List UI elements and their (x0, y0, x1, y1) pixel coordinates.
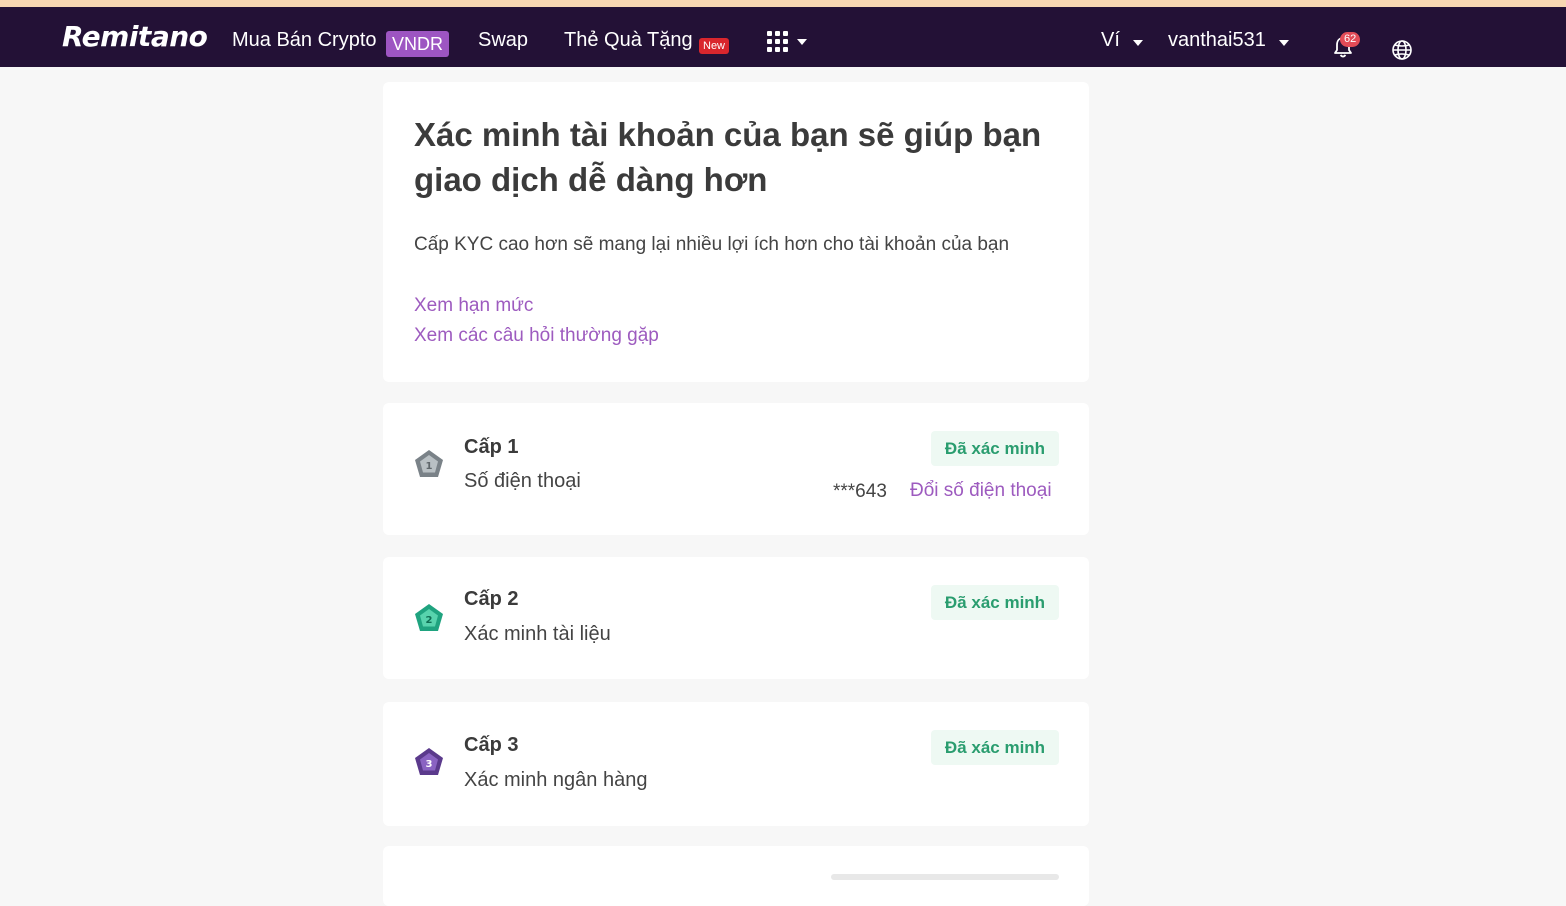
level-3-badge-icon: 3 (415, 748, 443, 775)
level-title: Cấp 2 (464, 588, 519, 610)
vndr-badge[interactable]: VNDR (386, 31, 450, 57)
level-title: Cấp 1 (464, 436, 519, 458)
grid-icon (767, 31, 807, 52)
view-limits-link[interactable]: Xem hạn mức (414, 295, 533, 317)
kyc-level-card-2: 2 Cấp 2 Xác minh tài liệu Đã xác minh (383, 557, 1089, 679)
notification-count-badge: 62 (1340, 32, 1361, 47)
kyc-level-card-4 (383, 846, 1089, 906)
chevron-down-icon[interactable] (1279, 40, 1289, 46)
nav-wallet[interactable]: Ví (1101, 29, 1120, 52)
level-title: Cấp 3 (464, 734, 519, 756)
masked-phone-number: ***643 (833, 481, 887, 502)
level-description: Xác minh tài liệu (464, 623, 611, 645)
svg-text:3: 3 (426, 759, 433, 770)
apps-menu-button[interactable] (766, 29, 810, 55)
navbar: Remitano Mua Bán Crypto VNDR Swap Thẻ Qu… (0, 7, 1566, 67)
logo[interactable]: Remitano (62, 20, 208, 53)
verified-status-badge: Đã xác minh (931, 431, 1059, 466)
chevron-down-icon[interactable] (1133, 40, 1143, 46)
level-1-badge-icon: 1 (415, 450, 443, 477)
language-button[interactable] (1391, 39, 1413, 66)
svg-text:2: 2 (426, 615, 433, 626)
nav-username[interactable]: vanthai531 (1168, 29, 1266, 52)
level-description: Xác minh ngân hàng (464, 769, 648, 791)
globe-icon (1392, 40, 1412, 60)
intro-card: Xác minh tài khoản của bạn sẽ giúp bạn g… (383, 82, 1089, 382)
intro-subtitle: Cấp KYC cao hơn sẽ mang lại nhiều lợi íc… (414, 234, 1010, 255)
nav-gift-card[interactable]: Thẻ Quà Tặng (564, 29, 693, 52)
page-title: Xác minh tài khoản của bạn sẽ giúp bạn g… (414, 116, 1042, 198)
level-2-badge-icon: 2 (415, 604, 443, 631)
verified-status-badge: Đã xác minh (931, 730, 1059, 765)
new-badge: New (699, 38, 730, 54)
change-phone-link[interactable]: Đổi số điện thoại (910, 480, 1052, 502)
verified-status-badge: Đã xác minh (931, 585, 1059, 620)
kyc-level-card-3: 3 Cấp 3 Xác minh ngân hàng Đã xác minh (383, 702, 1089, 826)
view-faq-link[interactable]: Xem các câu hỏi thường gặp (414, 325, 659, 347)
kyc-level-card-1: 1 Cấp 1 Số điện thoại Đã xác minh ***643… (383, 403, 1089, 535)
top-accent-strip (0, 0, 1566, 7)
level-description: Số điện thoại (464, 470, 581, 492)
svg-text:1: 1 (426, 461, 433, 472)
nav-buy-sell-crypto[interactable]: Mua Bán Crypto (232, 29, 377, 52)
level-4-status-placeholder (831, 874, 1059, 880)
nav-swap[interactable]: Swap (478, 29, 528, 52)
